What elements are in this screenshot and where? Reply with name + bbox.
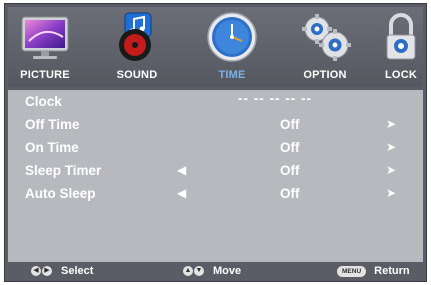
row-value: Off bbox=[280, 117, 300, 132]
menu-row-sleep-timer[interactable]: Sleep Timer ◀ Off ➤ bbox=[8, 161, 423, 184]
tab-label: PICTURE bbox=[20, 69, 70, 81]
help-return-label: Return bbox=[374, 265, 410, 277]
tab-label: OPTION bbox=[303, 69, 347, 81]
menu-row-on-time[interactable]: On Time Off ➤ bbox=[8, 138, 423, 161]
tab-time[interactable]: TIME bbox=[205, 7, 259, 87]
row-value: Off bbox=[280, 186, 300, 201]
menu-row-clock[interactable]: Clock -- -- -- -- -- bbox=[8, 91, 423, 115]
gears-icon bbox=[302, 14, 351, 61]
arrow-right-icon[interactable]: ➤ bbox=[386, 163, 396, 177]
tab-label: LOCK bbox=[385, 69, 417, 81]
tab-bar: PICTURE SOUND TIME OPTION LOCK bbox=[8, 7, 423, 87]
help-select-label: Select bbox=[61, 265, 94, 277]
help-return: MENU Return bbox=[337, 265, 410, 277]
row-value: Off bbox=[280, 163, 300, 178]
row-label: Auto Sleep bbox=[25, 186, 96, 201]
arrow-left-icon[interactable]: ◀ bbox=[177, 186, 186, 200]
menu-key-icon: MENU bbox=[337, 265, 367, 277]
arrow-right-icon[interactable]: ➤ bbox=[386, 140, 396, 154]
tab-lock[interactable]: LOCK bbox=[378, 7, 424, 87]
menu-row-auto-sleep[interactable]: Auto Sleep ◀ Off ➤ bbox=[8, 184, 423, 207]
help-select: ◀ ▶ Select bbox=[31, 265, 93, 277]
arrow-left-icon[interactable]: ◀ bbox=[177, 163, 186, 177]
tab-label: SOUND bbox=[116, 69, 158, 81]
tab-sound[interactable]: SOUND bbox=[108, 7, 166, 87]
clock-icon bbox=[207, 12, 257, 62]
arrow-right-icon[interactable]: ➤ bbox=[386, 186, 396, 200]
music-note-icon bbox=[119, 12, 152, 61]
row-label: Clock bbox=[25, 94, 62, 109]
tab-option[interactable]: OPTION bbox=[294, 7, 356, 87]
tab-picture[interactable]: PICTURE bbox=[16, 7, 74, 87]
help-bar: ◀ ▶ Select ▲ ▼ Move MENU Return bbox=[8, 264, 423, 280]
row-label: Sleep Timer bbox=[25, 163, 102, 178]
row-label: Off Time bbox=[25, 117, 80, 132]
time-settings-panel: Clock -- -- -- -- -- Off Time Off ➤ On T… bbox=[8, 90, 423, 262]
help-move-label: Move bbox=[213, 265, 242, 277]
up-down-keys-icon: ▲ ▼ bbox=[183, 266, 204, 276]
menu-row-off-time[interactable]: Off Time Off ➤ bbox=[8, 115, 423, 138]
tv-menu-frame: PICTURE SOUND TIME OPTION LOCK Clock -- … bbox=[4, 3, 427, 282]
tab-label: TIME bbox=[218, 69, 246, 81]
help-move: ▲ ▼ Move bbox=[183, 265, 241, 277]
row-label: On Time bbox=[25, 140, 79, 155]
arrow-right-icon[interactable]: ➤ bbox=[386, 117, 396, 131]
left-right-keys-icon: ◀ ▶ bbox=[31, 266, 52, 276]
padlock-icon bbox=[386, 13, 416, 60]
row-value: Off bbox=[280, 140, 300, 155]
monitor-icon bbox=[21, 16, 69, 59]
clock-value: -- -- -- -- -- bbox=[238, 91, 312, 106]
